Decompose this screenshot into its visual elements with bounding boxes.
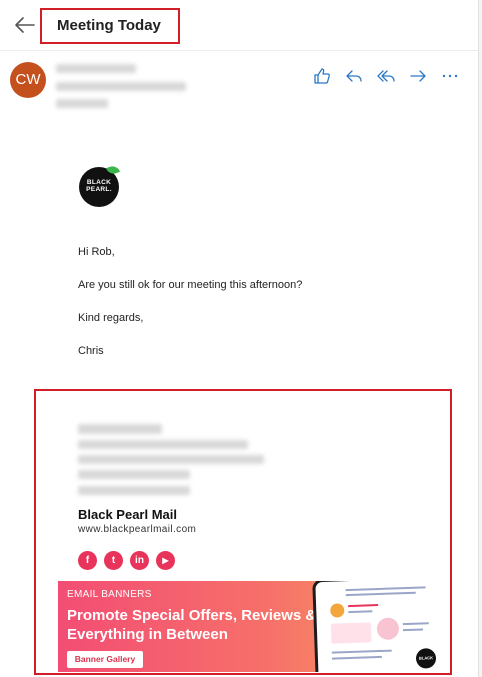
- signature-name-redacted: [78, 424, 162, 434]
- email-banner[interactable]: EMAIL BANNERS Promote Special Offers, Re…: [58, 581, 438, 672]
- forward-icon[interactable]: [408, 66, 428, 86]
- message-closing: Kind regards,: [78, 312, 144, 324]
- phone-logo-icon: BLACK PEARL.: [415, 648, 437, 669]
- logo-text: BLACK PEARL.: [86, 179, 112, 193]
- signature-mobile-redacted: [78, 486, 190, 495]
- phone-photo-icon: [376, 617, 400, 641]
- banner-kicker: EMAIL BANNERS: [67, 589, 152, 600]
- message-signoff: Chris: [78, 345, 104, 357]
- signature-address-redacted: [78, 455, 264, 464]
- signature-title-redacted: [78, 440, 248, 449]
- phone-text-line: [348, 604, 379, 608]
- phone-text-line: [402, 628, 424, 632]
- phone-text-line: [331, 649, 392, 654]
- signature-company-name: Black Pearl Mail: [78, 507, 177, 522]
- reply-all-icon[interactable]: [376, 66, 396, 86]
- linkedin-icon[interactable]: in: [130, 551, 149, 570]
- back-arrow-icon[interactable]: [13, 13, 37, 37]
- banner-gallery-button[interactable]: Banner Gallery: [67, 651, 143, 668]
- sent-time-redacted: [56, 99, 108, 108]
- message-subject: Meeting Today: [57, 17, 161, 34]
- like-icon[interactable]: [312, 66, 332, 86]
- youtube-icon[interactable]: ▶: [156, 551, 175, 570]
- message-line: Are you still ok for our meeting this af…: [78, 279, 303, 291]
- signature-website-link[interactable]: www.blackpearlmail.com: [78, 524, 196, 535]
- phone-avatar-icon: [330, 603, 345, 618]
- sender-address-redacted: [56, 82, 186, 91]
- phone-text-line: [348, 610, 373, 614]
- phone-text-line: [331, 655, 382, 660]
- banner-phone-illustration: BLACK PEARL.: [312, 581, 438, 672]
- twitter-icon[interactable]: t: [104, 551, 123, 570]
- phone-banner-card: [330, 622, 372, 644]
- sender-name-redacted: [56, 64, 136, 73]
- facebook-icon[interactable]: f: [78, 551, 97, 570]
- phone-text-line: [345, 586, 426, 592]
- message-header-bar: Meeting Today: [0, 0, 478, 51]
- logo-leaf-icon: [105, 164, 121, 176]
- signature-phone-redacted: [78, 470, 190, 479]
- sender-avatar[interactable]: CW: [10, 62, 46, 98]
- banner-headline: Promote Special Offers, Reviews & Everyt…: [67, 607, 317, 643]
- phone-text-line: [345, 591, 416, 597]
- reading-pane: Meeting Today CW BLACK PEARL. Hi Rob, Ar…: [0, 0, 479, 677]
- more-icon[interactable]: [440, 66, 460, 86]
- reply-icon[interactable]: [344, 66, 364, 86]
- company-logo: BLACK PEARL.: [79, 164, 121, 207]
- message-greeting: Hi Rob,: [78, 246, 115, 258]
- phone-text-line: [402, 622, 429, 626]
